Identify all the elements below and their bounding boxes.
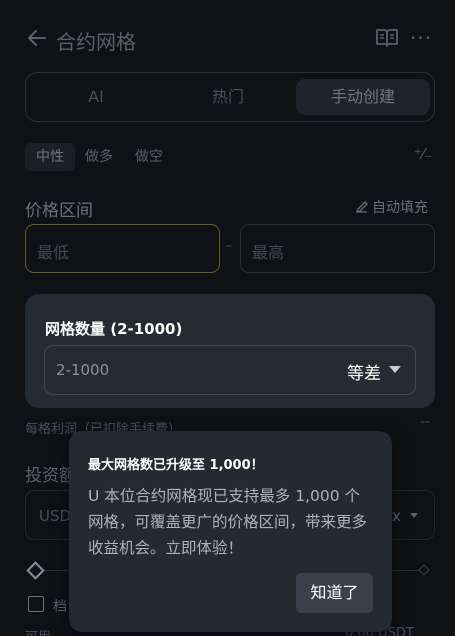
- slider-end-marker: [418, 564, 430, 576]
- upgrade-tooltip: 最大网格数已升级至 1,000！ U 本位合约网格现已支持最多 1,000 个网…: [69, 431, 392, 632]
- option-checkbox[interactable]: [28, 596, 44, 612]
- leverage-select[interactable]: x: [392, 507, 401, 525]
- tab-hot[interactable]: 热门: [164, 79, 292, 115]
- min-price-input[interactable]: 最低: [25, 224, 220, 273]
- tooltip-body: U 本位合约网格现已支持最多 1,000 个网格，可覆盖更广的价格区间，带来更多…: [88, 487, 368, 557]
- pencil-icon: [355, 201, 368, 214]
- page-title: 合约网格: [56, 30, 136, 54]
- tab-ai[interactable]: AI: [32, 79, 160, 115]
- direction-neutral-chip[interactable]: 中性: [25, 143, 75, 171]
- grid-mode-select[interactable]: 等差: [347, 359, 381, 384]
- tab-manual[interactable]: 手动创建: [296, 79, 430, 115]
- percent-icon[interactable]: ⁺⁄₋: [414, 145, 432, 163]
- got-it-button[interactable]: 知道了: [296, 573, 373, 613]
- direction-long-chip[interactable]: 做多: [85, 143, 113, 171]
- book-icon[interactable]: [375, 27, 399, 49]
- mode-tabs: AI 热门 手动创建: [25, 72, 435, 122]
- grid-count-input[interactable]: 2-1000 等差: [44, 345, 416, 395]
- grid-count-label: 网格数量 (2-1000): [45, 320, 183, 338]
- range-separator: –: [225, 238, 232, 254]
- profit-per-grid-value: --: [420, 414, 431, 430]
- back-arrow-icon[interactable]: [25, 26, 49, 50]
- more-icon[interactable]: ···: [410, 26, 432, 50]
- grid-count-placeholder: 2-1000: [56, 361, 110, 379]
- caret-down-icon[interactable]: [410, 513, 418, 518]
- option-checkbox-label: 档: [53, 599, 67, 615]
- caret-down-icon[interactable]: [389, 366, 401, 373]
- available-label: 可用: [25, 626, 51, 636]
- grid-count-card: 网格数量 (2-1000) 2-1000 等差: [25, 294, 435, 408]
- min-price-placeholder: 最低: [37, 243, 70, 262]
- direction-short-chip[interactable]: 做空: [135, 143, 163, 171]
- autofill-label: 自动填充: [372, 200, 428, 216]
- max-price-input[interactable]: 最高: [240, 224, 435, 273]
- price-range-label: 价格区间: [25, 201, 93, 221]
- max-price-placeholder: 最高: [252, 243, 285, 262]
- investment-slider-thumb[interactable]: [26, 561, 45, 580]
- autofill-button[interactable]: 自动填充: [355, 197, 428, 217]
- investment-currency: USD: [39, 507, 72, 525]
- tooltip-title: 最大网格数已升级至 1,000！: [88, 458, 264, 473]
